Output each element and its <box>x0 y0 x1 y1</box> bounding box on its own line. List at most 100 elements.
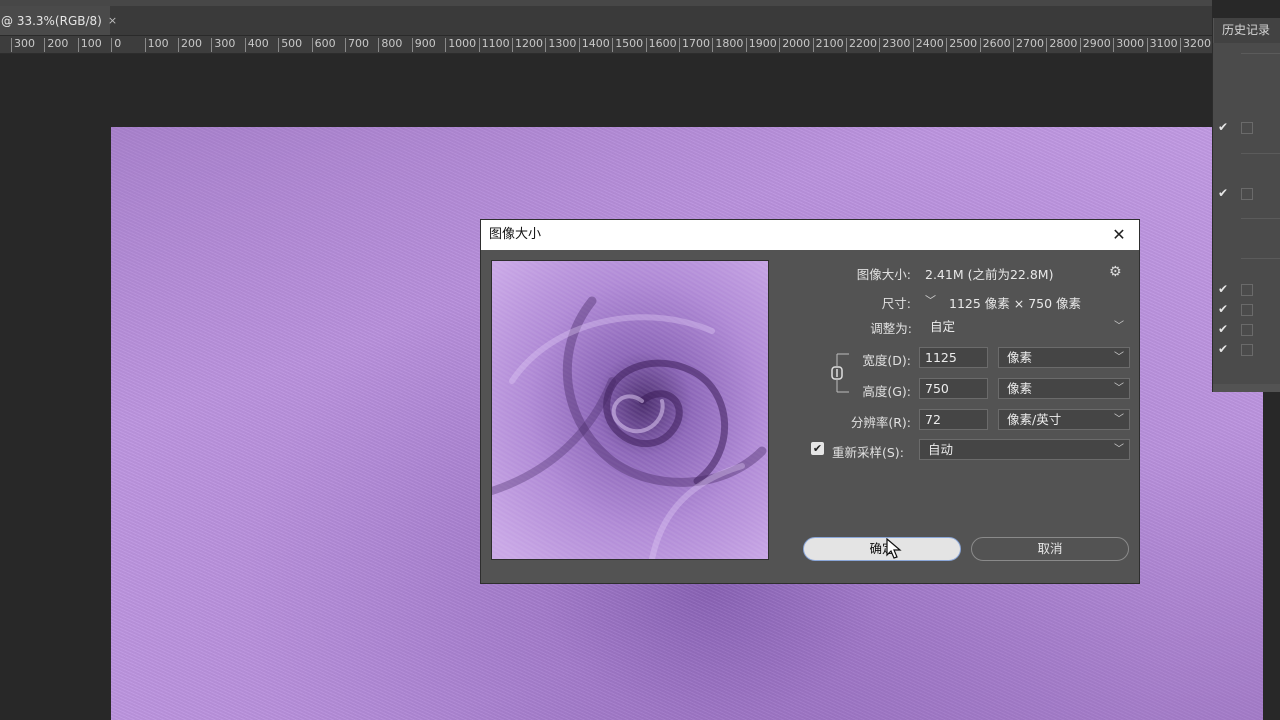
width-input[interactable]: 1125 <box>919 347 988 368</box>
fit-to-label: 调整为: <box>870 321 912 336</box>
history-separator <box>1241 258 1280 259</box>
width-unit-select[interactable]: 像素 ﹀ <box>998 347 1130 368</box>
chevron-down-icon: ﹀ <box>1114 444 1124 455</box>
ruler-tick-label: 300 <box>11 38 35 52</box>
history-panel-tab[interactable]: 历史记录 <box>1214 18 1280 43</box>
checkmark-icon: ✔ <box>1218 322 1229 336</box>
tab-bar-top-strip <box>0 0 1212 6</box>
swirl-preview-graphic <box>492 261 768 559</box>
chevron-down-icon: ﹀ <box>1114 352 1124 363</box>
resolution-unit-value: 像素/英寸 <box>1007 412 1062 427</box>
dialog-title-bar[interactable]: 图像大小 ✕ <box>481 220 1139 250</box>
image-preview[interactable] <box>491 260 769 560</box>
resolution-input[interactable]: 72 <box>919 409 988 430</box>
chevron-down-icon[interactable]: ﹀ <box>925 292 936 308</box>
history-row[interactable]: ✔ <box>1213 118 1280 138</box>
resample-select[interactable]: 自动 ﹀ <box>919 439 1130 460</box>
history-row[interactable]: ✔ <box>1213 320 1280 340</box>
close-tab-icon[interactable]: × <box>108 14 117 27</box>
chevron-down-icon: ﹀ <box>1114 383 1124 394</box>
resolution-label: 分辨率(R): <box>850 415 911 430</box>
horizontal-ruler[interactable]: 300 200 100 0 100 200 300 400 500 600 700 800 900 100… <box>0 36 1212 54</box>
ruler-tick-label: 2100 <box>812 38 844 52</box>
image-size-label: 图像大小: <box>856 267 911 282</box>
ruler-tick-label: 1600 <box>645 38 677 52</box>
resample-checkbox[interactable]: ✔ <box>811 442 824 455</box>
snapshot-box[interactable] <box>1241 344 1253 356</box>
checkmark-icon: ✔ <box>1218 186 1229 200</box>
history-row[interactable]: ✔ <box>1213 184 1280 204</box>
snapshot-box[interactable] <box>1241 324 1253 336</box>
width-label: 宽度(D): <box>862 353 911 368</box>
ruler-tick-label: 200 <box>44 38 68 52</box>
ruler-tick-label: 1200 <box>512 38 543 52</box>
ruler-tick-label: 200 <box>178 38 202 52</box>
image-size-value: 2.41M (之前为22.8M) <box>925 267 1054 282</box>
history-rows: ✔ ✔ ✔ ✔ ✔ ✔ <box>1213 43 1280 384</box>
ruler-tick-label: 2700 <box>1013 38 1044 52</box>
width-unit-value: 像素 <box>1007 350 1033 365</box>
ruler-tick-label: 1700 <box>679 38 710 52</box>
ruler-tick-label: 400 <box>244 38 269 52</box>
document-tab[interactable]: @ 33.3%(RGB/8) × <box>0 6 117 35</box>
ruler-tick-label: 300 <box>211 38 235 52</box>
fit-to-value: 自定 <box>930 319 956 334</box>
ruler-tick-label: 900 <box>411 38 436 52</box>
image-size-dialog: 图像大小 ✕ 图像大小: 2.41M (之前为22.8M) ⚙ 尺寸: ﹀ 11… <box>480 219 1140 584</box>
chevron-down-icon: ﹀ <box>1114 321 1124 332</box>
snapshot-box[interactable] <box>1241 188 1253 200</box>
ruler-tick-label: 1900 <box>745 38 777 52</box>
ok-button[interactable]: 确定 <box>803 537 961 561</box>
history-separator <box>1241 53 1280 54</box>
ruler-tick-label: 1300 <box>545 38 576 52</box>
ruler-tick-label: 1500 <box>612 38 643 52</box>
checkmark-icon: ✔ <box>1218 302 1229 316</box>
ruler-tick-label: 800 <box>378 38 402 52</box>
resolution-unit-select[interactable]: 像素/英寸 ﹀ <box>998 409 1130 430</box>
ruler-tick-label: 2500 <box>946 38 977 52</box>
document-tab-title: @ 33.3%(RGB/8) <box>1 13 102 28</box>
gear-icon[interactable]: ⚙ <box>1109 264 1122 280</box>
checkmark-icon: ✔ <box>1218 282 1229 296</box>
height-label: 高度(G): <box>862 384 911 399</box>
dimensions-value: 1125 像素 × 750 像素 <box>949 296 1082 311</box>
mouse-pointer-icon <box>886 538 902 559</box>
ruler-tick-label: 2300 <box>879 38 910 52</box>
height-input[interactable]: 750 <box>919 378 988 399</box>
ruler-tick-label: 2600 <box>979 38 1011 52</box>
ruler-tick-label: 1400 <box>578 38 610 52</box>
fit-to-select[interactable]: 自定 ﹀ <box>921 316 1130 337</box>
document-tab-bar: @ 33.3%(RGB/8) × <box>0 0 1212 36</box>
resample-label: 重新采样(S): <box>832 445 904 460</box>
ruler-tick-label: 600 <box>311 38 336 52</box>
ruler-tick-label: 2200 <box>846 38 877 52</box>
checkmark-icon: ✔ <box>1218 342 1229 356</box>
checkmark-icon: ✔ <box>1218 120 1229 134</box>
cancel-button[interactable]: 取消 <box>971 537 1129 561</box>
ruler-tick-label: 0 <box>111 38 121 52</box>
snapshot-box[interactable] <box>1241 304 1253 316</box>
height-unit-select[interactable]: 像素 ﹀ <box>998 378 1130 399</box>
snapshot-box[interactable] <box>1241 122 1253 134</box>
ruler-tick-label: 2000 <box>779 38 810 52</box>
history-panel: 历史记录 ✔ ✔ ✔ ✔ ✔ ✔ <box>1212 18 1280 392</box>
ruler-tick-label: 700 <box>345 38 369 52</box>
ruler-tick-label: 1800 <box>712 38 743 52</box>
ruler-tick-label: 3200 <box>1180 38 1211 52</box>
dialog-title: 图像大小 <box>489 227 542 242</box>
height-unit-value: 像素 <box>1007 381 1033 396</box>
snapshot-box[interactable] <box>1241 284 1253 296</box>
ruler-tick-label: 3000 <box>1113 38 1144 52</box>
resample-value: 自动 <box>928 442 954 457</box>
history-separator <box>1241 153 1280 154</box>
dimensions-label: 尺寸: <box>881 296 911 311</box>
ruler-tick-label: 1000 <box>445 38 476 52</box>
close-icon[interactable]: ✕ <box>1109 225 1129 245</box>
history-row[interactable]: ✔ <box>1213 280 1280 300</box>
ruler-tick-label: 100 <box>77 38 102 52</box>
chevron-down-icon: ﹀ <box>1114 414 1124 425</box>
ruler-tick-label: 2800 <box>1046 38 1077 52</box>
history-row[interactable]: ✔ <box>1213 340 1280 360</box>
history-row[interactable]: ✔ <box>1213 300 1280 320</box>
history-separator <box>1241 218 1280 219</box>
